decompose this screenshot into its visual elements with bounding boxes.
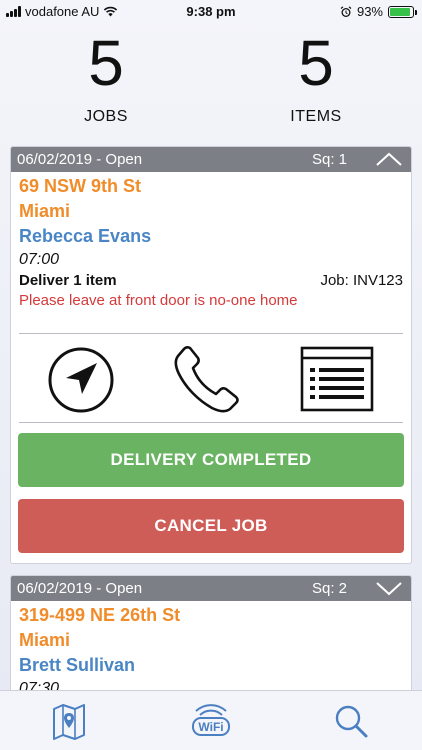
job-info-row: Deliver 1 item Job: INV123 [11,272,411,289]
cancel-job-button[interactable]: CANCEL JOB [18,499,404,553]
delivery-completed-button[interactable]: DELIVERY COMPLETED [18,433,404,487]
chevron-down-icon[interactable] [375,579,403,597]
wifi-label: WiFi [198,720,223,734]
job-time: 07:00 [19,251,60,268]
job-customer-name: Rebecca Evans [19,226,152,246]
job-date-status: 06/02/2019 - Open [17,580,143,597]
divider [19,422,403,423]
job-date-status: 06/02/2019 - Open [17,151,143,168]
job-customer-name: Brett Sullivan [19,655,136,675]
navigate-button[interactable] [41,344,121,414]
tab-wifi[interactable]: WiFi [186,701,236,741]
status-right: 93% [340,4,417,19]
map-icon [53,704,85,740]
job-actions [11,334,411,422]
summary: 5 JOBS 5 ITEMS [0,26,422,132]
tab-bar: WiFi [0,690,422,750]
job-address-street[interactable]: 69 NSW 9th St [11,176,411,197]
job-card-header[interactable]: 06/02/2019 - Open Sq: 2 [11,576,411,601]
items-count: 5 [298,27,334,99]
job-card: 06/02/2019 - Open Sq: 1 69 NSW 9th St Mi… [10,146,412,564]
items-label: ITEMS [290,108,342,125]
navigation-arrow-icon [48,347,114,413]
job-address-street[interactable]: 319-499 NE 26th St [11,605,411,626]
job-reference: Job: INV123 [320,272,403,289]
job-card-header[interactable]: 06/02/2019 - Open Sq: 1 [11,147,411,172]
job-sequence: Sq: 2 [311,580,347,597]
battery-percent: 93% [356,4,383,19]
phone-icon [174,346,239,413]
job-deliver-text: Deliver 1 item [19,272,117,289]
items-stat: 5 ITEMS [246,26,386,126]
jobs-count: 5 [88,27,124,99]
status-bar: vodafone AU 9:38 pm 93% [0,0,422,24]
battery-fill [390,7,411,16]
wifi-icon: WiFi [192,704,230,736]
battery-icon [388,5,417,18]
list-document-icon [300,346,374,412]
alarm-icon [340,5,352,17]
jobs-stat: 5 JOBS [36,26,176,126]
chevron-up-icon[interactable] [375,150,403,168]
job-address-city: Miami [19,630,71,650]
call-button[interactable] [166,344,246,414]
job-details-button[interactable] [296,344,376,414]
jobs-label: JOBS [84,108,128,125]
job-card[interactable]: 06/02/2019 - Open Sq: 2 319-499 NE 26th … [10,575,412,705]
tab-search[interactable] [326,701,376,741]
job-note: Please leave at front door is no-one hom… [19,292,298,309]
job-address-city: Miami [19,201,71,221]
search-icon [335,705,368,738]
job-sequence: Sq: 1 [311,151,347,168]
tab-map[interactable] [44,701,94,741]
